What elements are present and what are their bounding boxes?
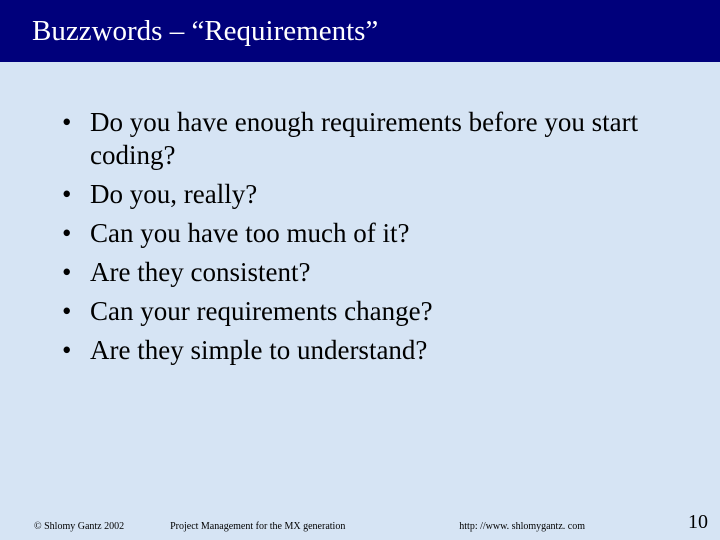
- list-item: Are they consistent?: [62, 256, 680, 289]
- list-item: Can you have too much of it?: [62, 217, 680, 250]
- slide-body: Do you have enough requirements before y…: [0, 62, 720, 367]
- bullet-list: Do you have enough requirements before y…: [62, 106, 680, 367]
- slide-title: Buzzwords – “Requirements”: [32, 15, 378, 48]
- footer-copyright: © Shlomy Gantz 2002: [34, 521, 124, 532]
- list-item: Are they simple to understand?: [62, 334, 680, 367]
- title-bar: Buzzwords – “Requirements”: [0, 0, 720, 62]
- list-item: Do you, really?: [62, 178, 680, 211]
- list-item: Can your requirements change?: [62, 295, 680, 328]
- footer-url: http: //www. shlomygantz. com: [459, 521, 585, 532]
- footer-center: Project Management for the MX generation: [170, 521, 345, 532]
- page-number: 10: [688, 511, 708, 534]
- footer: © Shlomy Gantz 2002 Project Management f…: [0, 521, 720, 532]
- list-item: Do you have enough requirements before y…: [62, 106, 680, 172]
